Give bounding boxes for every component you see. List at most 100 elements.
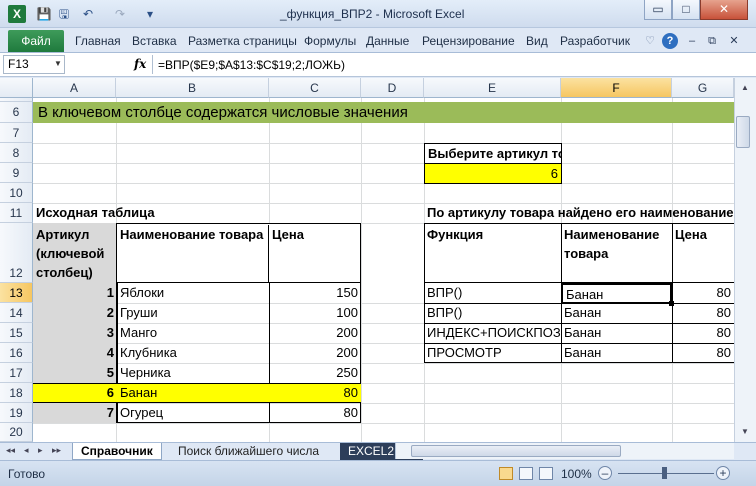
name-box-dropdown-icon[interactable]: ▼	[54, 59, 62, 68]
workbook-close-icon[interactable]: ✕	[726, 33, 742, 49]
scroll-down-arrow-icon[interactable]: ▼	[737, 424, 753, 440]
source-price[interactable]: 200	[269, 323, 361, 343]
prompt-label[interactable]: Выберите артикул товара	[424, 143, 562, 164]
source-price[interactable]: 80	[269, 383, 361, 403]
source-id[interactable]: 2	[33, 303, 117, 323]
column-header-f[interactable]: F	[561, 78, 672, 98]
row-header-13[interactable]: 13	[0, 283, 33, 303]
tab-formulas[interactable]: Формулы	[304, 34, 356, 48]
maximize-button[interactable]: □	[672, 0, 700, 20]
zoom-in-button[interactable]: +	[716, 466, 730, 480]
redo-icon[interactable]: ↷	[112, 6, 128, 22]
select-all-corner[interactable]	[0, 78, 33, 98]
source-header-name[interactable]: Наименование товара	[117, 225, 269, 283]
tab-home[interactable]: Главная	[75, 34, 121, 48]
source-price[interactable]: 80	[269, 403, 361, 423]
result-func[interactable]: ВПР()	[424, 303, 465, 323]
source-name[interactable]: Яблоки	[117, 283, 269, 303]
tab-view[interactable]: Вид	[526, 34, 548, 48]
last-sheet-icon[interactable]: ▸▸	[52, 445, 61, 456]
zoom-slider-thumb[interactable]	[662, 467, 667, 479]
tab-insert[interactable]: Вставка	[132, 34, 177, 48]
row-header-9[interactable]: 9	[0, 163, 33, 183]
first-sheet-icon[interactable]: ◂◂	[6, 445, 15, 456]
sheet-tab-spravochnik[interactable]: Справочник	[72, 443, 162, 460]
row-header-8[interactable]: 8	[0, 143, 33, 163]
source-name[interactable]: Огурец	[117, 403, 269, 423]
zoom-level[interactable]: 100%	[561, 467, 592, 481]
source-name[interactable]: Груши	[117, 303, 269, 323]
row-header-15[interactable]: 15	[0, 323, 33, 343]
row-header-11[interactable]: 11	[0, 203, 33, 223]
prev-sheet-icon[interactable]: ◂	[24, 445, 29, 456]
source-price[interactable]: 100	[269, 303, 361, 323]
result-table-title[interactable]: По артикулу товара найдено его наименова…	[424, 203, 734, 223]
result-header-func[interactable]: Функция	[424, 225, 486, 244]
worksheet-grid[interactable]: A B C D E F G 6 7 8 9 10 11 12 13 14 15 …	[0, 78, 734, 442]
tab-page-layout[interactable]: Разметка страницы	[188, 34, 297, 48]
horizontal-scroll-thumb[interactable]	[411, 445, 621, 457]
scroll-up-arrow-icon[interactable]: ▲	[737, 80, 753, 96]
result-price[interactable]: 80	[672, 303, 734, 323]
zoom-out-button[interactable]: –	[598, 466, 612, 480]
heart-icon[interactable]: ♡	[642, 33, 658, 49]
source-header-article[interactable]: Артикул (ключевой столбец)	[33, 223, 117, 283]
result-name[interactable]: Банан	[561, 303, 672, 323]
row-header-6[interactable]: 6	[0, 102, 33, 123]
result-header-name-line2[interactable]: товара	[561, 244, 611, 263]
source-header-price[interactable]: Цена	[269, 225, 361, 244]
excel-app-icon[interactable]: X	[8, 5, 26, 23]
undo-icon[interactable]: ↶	[80, 6, 96, 22]
result-price[interactable]: 80	[672, 323, 734, 343]
result-name[interactable]: Банан	[561, 323, 672, 343]
row-header-19[interactable]: 19	[0, 403, 33, 423]
source-price[interactable]: 150	[269, 283, 361, 303]
formula-input[interactable]: =ВПР($E9;$A$13:$C$19;2;ЛОЖЬ)	[158, 58, 345, 72]
row-header-17[interactable]: 17	[0, 363, 33, 383]
result-price[interactable]: 80	[672, 343, 734, 363]
result-header-price[interactable]: Цена	[672, 225, 710, 244]
row-header-16[interactable]: 16	[0, 343, 33, 363]
column-header-g[interactable]: G	[672, 78, 734, 98]
row-header-14[interactable]: 14	[0, 303, 33, 323]
source-id[interactable]: 6	[33, 383, 117, 403]
insert-function-icon[interactable]: fx	[134, 57, 146, 71]
source-name[interactable]: Черника	[117, 363, 269, 383]
column-header-e[interactable]: E	[424, 78, 561, 98]
customize-quick-access-icon[interactable]: ▾	[142, 6, 158, 22]
source-id[interactable]: 5	[33, 363, 117, 383]
source-name[interactable]: Клубника	[117, 343, 269, 363]
tab-review[interactable]: Рецензирование	[422, 34, 515, 48]
sheet-tab-nearest-number[interactable]: Поиск ближайшего числа	[170, 443, 327, 460]
help-icon[interactable]: ?	[662, 33, 678, 49]
page-layout-view-icon[interactable]	[519, 467, 533, 480]
result-func[interactable]: ПРОСМОТР	[424, 343, 505, 363]
ribbon-minimize-icon[interactable]: –	[684, 33, 700, 49]
quick-save-as-icon[interactable]: 🖫	[56, 6, 72, 22]
source-price[interactable]: 250	[269, 363, 361, 383]
source-id[interactable]: 7	[33, 403, 117, 423]
prompt-value-cell[interactable]: 6	[424, 163, 562, 184]
result-func[interactable]: ИНДЕКС+ПОИСКПОЗ	[424, 323, 561, 343]
source-name[interactable]: Манго	[117, 323, 269, 343]
result-price[interactable]: 80	[672, 283, 734, 303]
row-header-7[interactable]: 7	[0, 123, 33, 143]
source-id[interactable]: 3	[33, 323, 117, 343]
row-header-20[interactable]: 20	[0, 423, 33, 442]
normal-view-icon[interactable]	[499, 467, 513, 480]
ribbon-restore-icon[interactable]: ⧉	[704, 33, 720, 49]
result-header-name-line1[interactable]: Наименование	[561, 225, 662, 244]
source-id[interactable]: 1	[33, 283, 117, 303]
row-header-10[interactable]: 10	[0, 183, 33, 203]
next-sheet-icon[interactable]: ▸	[38, 445, 43, 456]
tab-developer[interactable]: Разработчик	[560, 34, 630, 48]
source-id[interactable]: 4	[33, 343, 117, 363]
column-header-a[interactable]: A	[33, 78, 116, 98]
source-table-title[interactable]: Исходная таблица	[33, 203, 158, 223]
column-header-d[interactable]: D	[361, 78, 424, 98]
minimize-button[interactable]: ▭	[644, 0, 672, 20]
result-name[interactable]: Банан	[561, 343, 672, 363]
source-price[interactable]: 200	[269, 343, 361, 363]
tab-data[interactable]: Данные	[366, 34, 409, 48]
result-func[interactable]: ВПР()	[424, 283, 465, 303]
